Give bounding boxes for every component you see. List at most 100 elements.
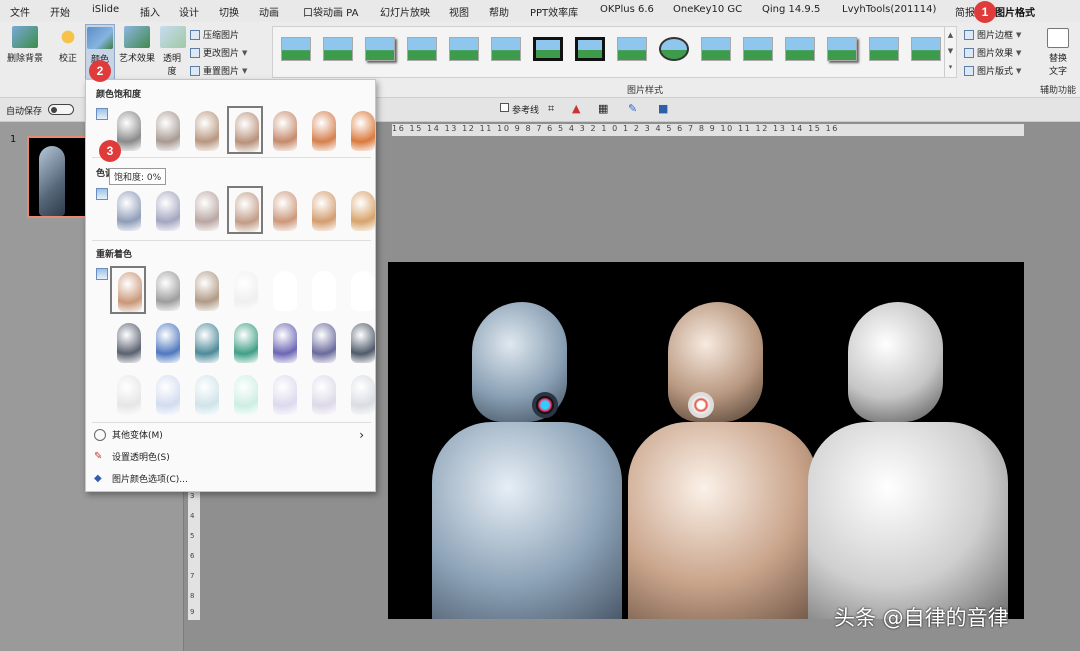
robot-preview-figure	[312, 271, 336, 311]
recolor-swatch[interactable]	[188, 318, 224, 366]
style-thumb[interactable]	[701, 37, 731, 61]
corrections-label: 校正	[58, 54, 77, 64]
recolor-swatch[interactable]	[188, 370, 224, 418]
tab-insert[interactable]: 插入	[140, 4, 160, 19]
tab-transitions[interactable]: 切换	[219, 4, 239, 19]
recolor-swatch[interactable]	[266, 370, 302, 418]
table-icon[interactable]: ▦	[598, 102, 608, 115]
style-thumb[interactable]	[491, 37, 521, 61]
tab-view[interactable]: 视图	[449, 4, 469, 19]
line-color-icon[interactable]: ✎	[628, 102, 637, 115]
guides-checkbox[interactable]	[500, 103, 509, 112]
recolor-swatch[interactable]	[344, 370, 380, 418]
style-thumb[interactable]	[323, 37, 353, 61]
artistic-effects-button[interactable]: 艺术效果	[118, 26, 156, 64]
tab-qing[interactable]: Qing 14.9.5	[762, 4, 820, 15]
recolor-swatch[interactable]	[227, 370, 263, 418]
alt-text-label-1: 替换	[1048, 54, 1067, 64]
alt-text-icon	[1047, 28, 1069, 48]
style-thumb[interactable]	[617, 37, 647, 61]
corrections-button[interactable]: 校正	[54, 26, 82, 64]
slide-thumbnail[interactable]	[27, 136, 87, 218]
tab-file[interactable]: 文件	[10, 4, 30, 19]
tab-okplus[interactable]: OKPlus 6.6	[600, 4, 654, 15]
robot-image-grayscale[interactable]	[808, 302, 1008, 619]
tab-onekey[interactable]: OneKey10 GC	[673, 4, 742, 15]
recolor-swatch[interactable]	[110, 318, 146, 366]
recolor-swatch[interactable]	[227, 266, 263, 314]
tab-brief[interactable]: 简报	[955, 4, 975, 19]
style-thumb[interactable]	[533, 37, 563, 61]
recolor-swatch[interactable]	[110, 266, 146, 314]
tone-swatch[interactable]	[227, 186, 263, 234]
style-thumb[interactable]	[659, 37, 689, 61]
recolor-swatch[interactable]	[344, 266, 380, 314]
tone-swatch[interactable]	[149, 186, 185, 234]
picture-border-button[interactable]: 图片边框 ▼	[964, 28, 1021, 41]
style-thumb[interactable]	[575, 37, 605, 61]
recolor-swatch[interactable]	[305, 370, 341, 418]
compress-pictures-button[interactable]: 压缩图片	[190, 28, 239, 41]
shape-icon[interactable]: ■	[658, 102, 668, 115]
alt-text-button[interactable]: 替换 文字	[1042, 28, 1074, 77]
tone-swatch[interactable]	[266, 186, 302, 234]
horizontal-ruler: 16 15 14 13 12 11 10 9 8 7 6 5 4 3 2 1 0…	[392, 124, 1024, 136]
crop-icon[interactable]: ⌗	[548, 102, 554, 116]
set-transparent-color-menu-item[interactable]: ✎ 设置透明色(S)	[94, 450, 364, 464]
saturation-swatch[interactable]	[344, 106, 380, 154]
tone-swatch[interactable]	[305, 186, 341, 234]
recolor-swatch[interactable]	[188, 266, 224, 314]
tab-islide[interactable]: iSlide	[92, 4, 119, 15]
tab-picture-format[interactable]: 图片格式	[995, 4, 1035, 24]
tone-swatch[interactable]	[344, 186, 380, 234]
style-thumb[interactable]	[869, 37, 899, 61]
tone-swatch[interactable]	[188, 186, 224, 234]
recolor-swatch[interactable]	[305, 266, 341, 314]
saturation-swatch[interactable]	[227, 106, 263, 154]
style-thumb[interactable]	[281, 37, 311, 61]
saturation-swatch[interactable]	[266, 106, 302, 154]
recolor-swatch[interactable]	[149, 318, 185, 366]
slide-canvas[interactable]	[388, 262, 1024, 619]
tab-animations[interactable]: 动画	[259, 4, 279, 19]
tab-design[interactable]: 设计	[179, 4, 199, 19]
style-thumb[interactable]	[365, 37, 395, 61]
more-variants-menu-item[interactable]: 其他变体(M) ›	[94, 428, 364, 442]
tab-slideshow[interactable]: 幻灯片放映	[380, 4, 430, 19]
tab-ppt-efficiency[interactable]: PPT效率库	[530, 4, 578, 19]
recolor-swatch[interactable]	[266, 266, 302, 314]
recolor-swatch[interactable]	[149, 370, 185, 418]
tab-pocket-animation[interactable]: 口袋动画 PA	[303, 4, 358, 19]
style-thumb[interactable]	[449, 37, 479, 61]
style-thumb[interactable]	[785, 37, 815, 61]
reset-picture-button[interactable]: 重置图片 ▼	[190, 64, 247, 77]
picture-color-options-menu-item[interactable]: ◆ 图片颜色选项(C)...	[94, 472, 364, 486]
style-thumb[interactable]	[743, 37, 773, 61]
style-thumb[interactable]	[827, 37, 857, 61]
change-picture-button[interactable]: 更改图片 ▼	[190, 46, 247, 59]
recolor-swatch[interactable]	[266, 318, 302, 366]
transparency-button[interactable]: 透明 度	[160, 26, 186, 77]
recolor-swatch[interactable]	[344, 318, 380, 366]
saturation-swatch[interactable]	[188, 106, 224, 154]
picture-layout-button[interactable]: 图片版式 ▼	[964, 64, 1021, 77]
saturation-swatch[interactable]	[305, 106, 341, 154]
tab-home[interactable]: 开始	[50, 4, 70, 19]
recolor-swatch[interactable]	[149, 266, 185, 314]
remove-background-button[interactable]: 删除背景	[4, 26, 46, 64]
autosave-toggle[interactable]	[48, 104, 74, 115]
style-thumb[interactable]	[407, 37, 437, 61]
picture-effects-button[interactable]: 图片效果 ▼	[964, 46, 1021, 59]
recolor-swatch[interactable]	[227, 318, 263, 366]
robot-image-original[interactable]	[432, 302, 622, 619]
recolor-swatch[interactable]	[305, 318, 341, 366]
robot-image-warm[interactable]	[628, 302, 818, 619]
style-thumb[interactable]	[911, 37, 941, 61]
fill-color-icon[interactable]: ▲	[572, 102, 580, 115]
gallery-scrollbar[interactable]: ▲ ▼ ▾	[944, 27, 956, 77]
tab-help[interactable]: 帮助	[489, 4, 509, 19]
recolor-swatch[interactable]	[110, 370, 146, 418]
tone-swatch[interactable]	[110, 186, 146, 234]
saturation-swatch[interactable]	[149, 106, 185, 154]
tab-lvyhtools[interactable]: LvyhTools(201114)	[842, 4, 936, 15]
